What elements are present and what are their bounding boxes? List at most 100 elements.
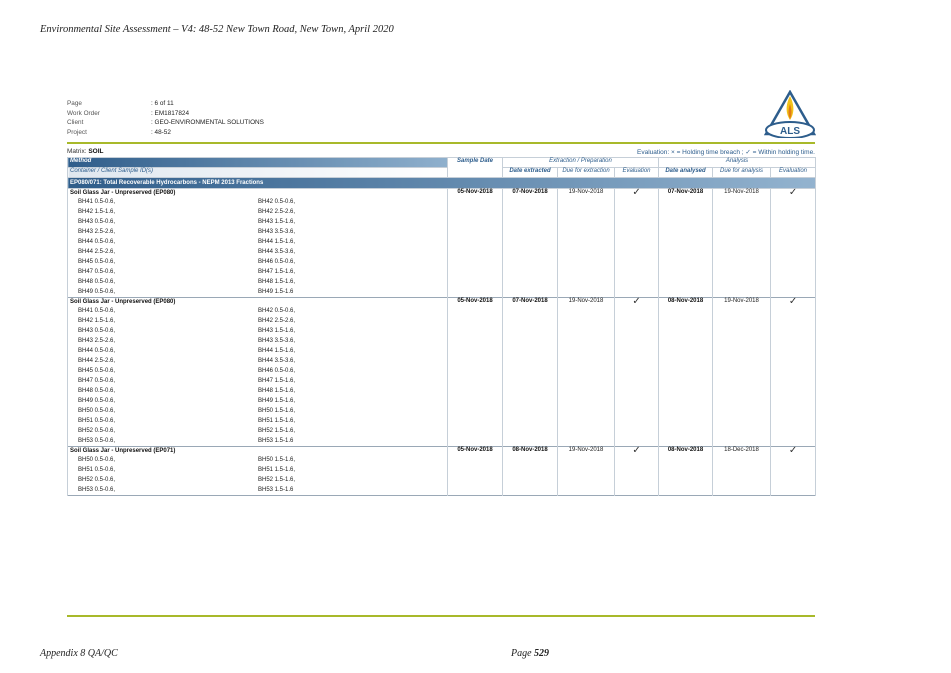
sample-id: BH52 0.5-0.6, <box>78 428 116 434</box>
sample-id: BH51 1.5-1.6, <box>258 467 296 473</box>
sample-pair: BH45 0.5-0.6, BH46 0.5-0.6, <box>70 366 445 376</box>
evaluation-tick-cell: ✓ <box>613 187 660 298</box>
footer-page: Page 529 <box>511 648 549 659</box>
sample-id: BH42 1.5-1.6, <box>78 318 116 324</box>
date-analysed-cell: 08-Nov-2018 <box>658 297 714 447</box>
meta-value: : 48-52 <box>151 128 171 136</box>
sample-date: 05-Nov-2018 <box>457 189 493 195</box>
sample-id: BH43 2.5-2.6, <box>78 229 116 235</box>
sample-id: BH43 2.5-2.6, <box>78 338 116 344</box>
sample-pair: BH47 0.5-0.6, BH47 1.5-1.6, <box>70 376 445 386</box>
sample-pair: BH44 2.5-2.6, BH44 3.5-3.6, <box>70 356 445 366</box>
sample-id: BH48 1.5-1.6, <box>258 279 296 285</box>
sample-date-cell: 05-Nov-2018 <box>447 297 503 447</box>
sample-id: BH53 0.5-0.6, <box>78 438 116 444</box>
sample-date: 05-Nov-2018 <box>457 447 493 453</box>
sample-id: BH50 0.5-0.6, <box>78 457 116 463</box>
sample-id: BH43 3.5-3.6, <box>258 229 296 235</box>
sample-id: BH41 0.5-0.6, <box>78 308 116 314</box>
report-meta: Page: 6 of 11 Work Order: EM1817824 Client… <box>67 99 264 137</box>
sample-date-cell: 05-Nov-2018 <box>447 188 503 298</box>
evaluation-tick-cell: ✓ <box>770 187 817 298</box>
sample-id: BH52 1.5-1.6, <box>258 477 296 483</box>
sample-id: BH50 0.5-0.6, <box>78 408 116 414</box>
sample-pair: BH43 2.5-2.6, BH43 3.5-3.6, <box>70 336 445 346</box>
evaluation-tick: ✓ <box>632 445 641 456</box>
sample-id: BH48 1.5-1.6, <box>258 388 296 394</box>
sample-id: BH43 1.5-1.6, <box>258 328 296 334</box>
footer-divider <box>67 615 815 617</box>
date-extracted-cell: 07-Nov-2018 <box>502 297 558 447</box>
sample-id: BH53 0.5-0.6, <box>78 487 116 493</box>
sample-pair: BH44 0.5-0.6, BH44 1.5-1.6, <box>70 237 445 247</box>
sample-group-row: Soil Glass Jar - Unpreserved (EP071) BH50… <box>67 445 817 496</box>
sample-id: BH47 0.5-0.6, <box>78 378 116 384</box>
due-for-extraction-cell: 19-Nov-2018 <box>557 297 615 447</box>
footer-page-number: 529 <box>534 648 550 659</box>
section-title: EP080/071: Total Recoverable Hydrocarbon… <box>66 177 817 189</box>
sample-list: Soil Glass Jar - Unpreserved (EP071) BH50… <box>67 446 448 496</box>
due-extraction-header: Due for extraction <box>557 167 615 178</box>
sample-id: BH49 1.5-1.6 <box>258 289 294 295</box>
sample-id: BH46 0.5-0.6, <box>258 368 296 374</box>
sample-pair: BH48 0.5-0.6, BH48 1.5-1.6, <box>70 277 445 287</box>
meta-row: Client: GEO-ENVIRONMENTAL SOLUTIONS <box>67 118 264 128</box>
evaluation-tick-cell: ✓ <box>770 445 817 496</box>
sample-pair: BH50 0.5-0.6, BH50 1.5-1.6, <box>70 406 445 416</box>
evaluation-tick: ✓ <box>632 187 641 198</box>
due-for-extraction-cell: 19-Nov-2018 <box>557 446 615 496</box>
meta-value: : GEO-ENVIRONMENTAL SOLUTIONS <box>151 119 264 127</box>
matrix-label: Matrix: <box>67 148 87 155</box>
due-analysis-header: Due for analysis <box>712 167 772 178</box>
sample-pair: BH52 0.5-0.6, BH52 1.5-1.6, <box>70 475 445 485</box>
als-logo: ALS <box>764 90 816 138</box>
evaluation-tick-cell: ✓ <box>770 296 817 447</box>
sample-id: BH48 0.5-0.6, <box>78 279 116 285</box>
sample-pair: BH50 0.5-0.6, BH50 1.5-1.6, <box>70 455 445 465</box>
sample-pair: BH45 0.5-0.6, BH46 0.5-0.6, <box>70 257 445 267</box>
sample-id: BH44 0.5-0.6, <box>78 348 116 354</box>
sample-id: BH44 1.5-1.6, <box>258 239 296 245</box>
date-analysed: 07-Nov-2018 <box>667 189 704 195</box>
evaluation-tick: ✓ <box>788 296 798 307</box>
due-for-analysis-cell: 18-Dec-2018 <box>712 446 772 496</box>
evaluation-tick: ✓ <box>788 187 798 198</box>
holding-time-table: Method Sample Date Extraction / Preparat… <box>66 157 817 496</box>
sample-pair: BH43 0.5-0.6, BH43 1.5-1.6, <box>70 326 445 336</box>
sample-list: Soil Glass Jar - Unpreserved (EP080) BH41… <box>67 297 448 447</box>
matrix-line: Matrix: SOIL Evaluation: × = Holding tim… <box>67 148 815 156</box>
date-extracted-header: Date extracted <box>502 167 558 178</box>
sample-id: BH47 1.5-1.6, <box>258 378 296 384</box>
sample-pair: BH53 0.5-0.6, BH53 1.5-1.6 <box>70 485 445 495</box>
meta-row: Work Order: EM1817824 <box>67 109 264 119</box>
sample-id: BH52 1.5-1.6, <box>258 428 296 434</box>
meta-label: Project <box>67 128 87 136</box>
sample-pair: BH42 1.5-1.6, BH42 2.5-2.6, <box>70 207 445 217</box>
sample-date-cell: 05-Nov-2018 <box>447 446 503 496</box>
sample-id: BH47 1.5-1.6, <box>258 269 296 275</box>
evaluation-tick: ✓ <box>632 296 641 307</box>
due-for-extraction: 19-Nov-2018 <box>568 447 604 453</box>
sample-id: BH50 1.5-1.6, <box>258 408 296 414</box>
due-for-analysis: 19-Nov-2018 <box>724 189 759 195</box>
due-for-analysis: 19-Nov-2018 <box>724 298 759 304</box>
sample-id: BH45 0.5-0.6, <box>78 259 116 265</box>
container-title: Soil Glass Jar - Unpreserved (EP080) <box>70 190 176 196</box>
date-analysed-header: Date analysed <box>658 167 714 178</box>
sample-id: BH44 3.5-3.6, <box>258 358 296 364</box>
sample-id: BH47 0.5-0.6, <box>78 269 116 275</box>
sample-pair: BH47 0.5-0.6, BH47 1.5-1.6, <box>70 267 445 277</box>
sample-pair: BH52 0.5-0.6, BH52 1.5-1.6, <box>70 426 445 436</box>
sample-id: BH42 0.5-0.6, <box>258 308 296 314</box>
sample-id: BH44 3.5-3.6, <box>258 249 296 255</box>
sample-pair: BH41 0.5-0.6, BH42 0.5-0.6, <box>70 197 445 207</box>
sample-id: BH48 0.5-0.6, <box>78 388 116 394</box>
evaluation-tick-cell: ✓ <box>613 445 660 496</box>
sample-pair: BH48 0.5-0.6, BH48 1.5-1.6, <box>70 386 445 396</box>
analysis-header: Analysis <box>658 157 817 168</box>
sample-id: BH52 0.5-0.6, <box>78 477 116 483</box>
date-extracted-cell: 08-Nov-2018 <box>502 446 558 496</box>
date-extracted: 07-Nov-2018 <box>512 189 548 195</box>
sample-id: BH44 1.5-1.6, <box>258 348 296 354</box>
due-for-extraction: 19-Nov-2018 <box>568 189 604 195</box>
